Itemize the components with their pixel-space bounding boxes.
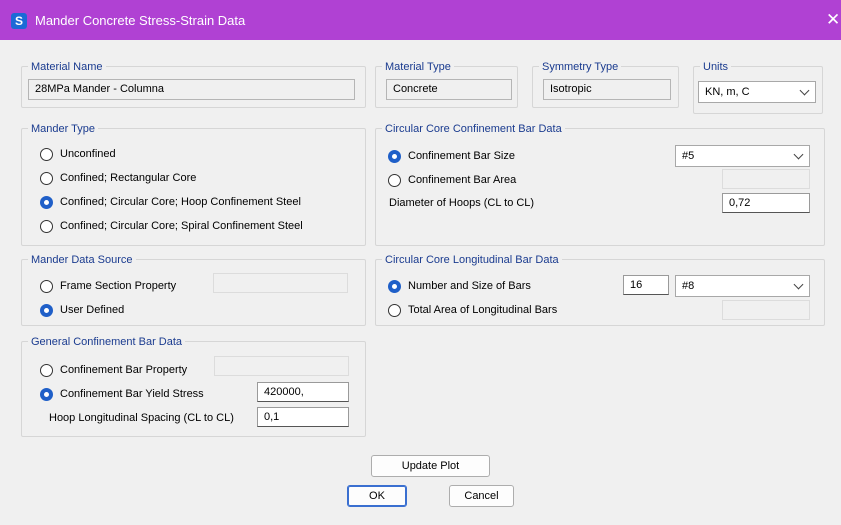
dialog-window: S Mander Concrete Stress-Strain Data ✕ M… (0, 0, 841, 525)
radio-button[interactable] (40, 172, 53, 185)
sap-app-icon: S (11, 13, 27, 29)
circular-core-longitudinal-group: Circular Core Longitudinal Bar Data Numb… (375, 253, 825, 326)
radio-button[interactable] (40, 388, 53, 401)
general-confinement-group: General Confinement Bar Data Confinement… (21, 335, 366, 437)
hoop-diameter-input[interactable]: 0,72 (722, 193, 810, 213)
units-value: KN, m, C (705, 86, 750, 98)
update-plot-button[interactable]: Update Plot (371, 455, 490, 477)
confinement-bar-area-input[interactable] (722, 169, 810, 189)
units-title: Units (700, 60, 732, 74)
symmetry-type-field: Isotropic (543, 79, 671, 100)
circular-core-confinement-title: Circular Core Confinement Bar Data (382, 122, 565, 136)
radio-label: Confinement Bar Size (408, 150, 515, 162)
hoop-diameter-label: Diameter of Hoops (CL to CL) (389, 197, 535, 209)
dialog-body: Material Name 28MPa Mander - Columna Mat… (21, 40, 841, 525)
symmetry-type-group: Symmetry Type Isotropic (532, 60, 679, 108)
radio-button[interactable] (40, 148, 53, 161)
yield-stress-input[interactable]: 420000, (257, 382, 349, 402)
radio-button[interactable] (388, 280, 401, 293)
radio-label: Confined; Circular Core; Hoop Confinemen… (60, 196, 301, 208)
material-name-field: 28MPa Mander - Columna (28, 79, 355, 100)
radio-label: Frame Section Property (60, 280, 177, 292)
mander-data-source-title: Mander Data Source (28, 253, 136, 267)
confinement-bar-size-value: #5 (682, 150, 695, 162)
material-type-field: Concrete (386, 79, 512, 100)
radio-button[interactable] (40, 304, 53, 317)
window-title: Mander Concrete Stress-Strain Data (35, 13, 246, 28)
radio-button[interactable] (40, 220, 53, 233)
material-type-title: Material Type (382, 60, 454, 74)
radio-button[interactable] (388, 304, 401, 317)
mander-type-title: Mander Type (28, 122, 99, 136)
mander-data-source-group: Mander Data Source Frame Section Propert… (21, 253, 366, 326)
hoop-spacing-label: Hoop Longitudinal Spacing (CL to CL) (49, 412, 234, 424)
circular-core-longitudinal-title: Circular Core Longitudinal Bar Data (382, 253, 562, 267)
title-bar[interactable]: S Mander Concrete Stress-Strain Data ✕ (0, 0, 841, 40)
radio-label: Number and Size of Bars (408, 280, 531, 292)
radio-button[interactable] (40, 364, 53, 377)
radio-label: Confinement Bar Yield Stress (60, 388, 204, 400)
frame-section-property-input[interactable] (213, 273, 348, 293)
longitudinal-bar-size-dropdown[interactable]: #8 (675, 275, 810, 297)
radio-label: Confined; Circular Core; Spiral Confinem… (60, 220, 303, 232)
material-type-group: Material Type Concrete (375, 60, 518, 108)
radio-button[interactable] (388, 150, 401, 163)
radio-button[interactable] (388, 174, 401, 187)
number-of-bars-input[interactable]: 16 (623, 275, 669, 295)
radio-label: Total Area of Longitudinal Bars (408, 304, 558, 316)
radio-label: Confined; Rectangular Core (60, 172, 197, 184)
radio-label: Confinement Bar Area (408, 174, 517, 186)
chevron-down-icon (793, 149, 804, 160)
material-name-title: Material Name (28, 60, 106, 74)
cancel-button[interactable]: Cancel (449, 485, 514, 507)
circular-core-confinement-group: Circular Core Confinement Bar Data Confi… (375, 122, 825, 246)
mander-type-group: Mander Type Unconfined Confined; Rectang… (21, 122, 366, 246)
total-area-longitudinal-input[interactable] (722, 300, 810, 320)
units-dropdown[interactable]: KN, m, C (698, 81, 816, 103)
units-group: Units KN, m, C (693, 60, 823, 114)
symmetry-type-title: Symmetry Type (539, 60, 622, 74)
close-icon[interactable]: ✕ (826, 10, 840, 30)
chevron-down-icon (793, 279, 804, 290)
hoop-spacing-input[interactable]: 0,1 (257, 407, 349, 427)
radio-button[interactable] (40, 196, 53, 209)
radio-button[interactable] (40, 280, 53, 293)
chevron-down-icon (799, 85, 810, 96)
confinement-bar-size-dropdown[interactable]: #5 (675, 145, 810, 167)
ok-button[interactable]: OK (347, 485, 407, 507)
confinement-bar-property-input[interactable] (214, 356, 349, 376)
longitudinal-bar-size-value: #8 (682, 280, 695, 292)
material-name-group: Material Name 28MPa Mander - Columna (21, 60, 366, 108)
radio-label: Confinement Bar Property (60, 364, 188, 376)
radio-label: User Defined (60, 304, 125, 316)
radio-label: Unconfined (60, 148, 116, 160)
general-confinement-title: General Confinement Bar Data (28, 335, 186, 349)
